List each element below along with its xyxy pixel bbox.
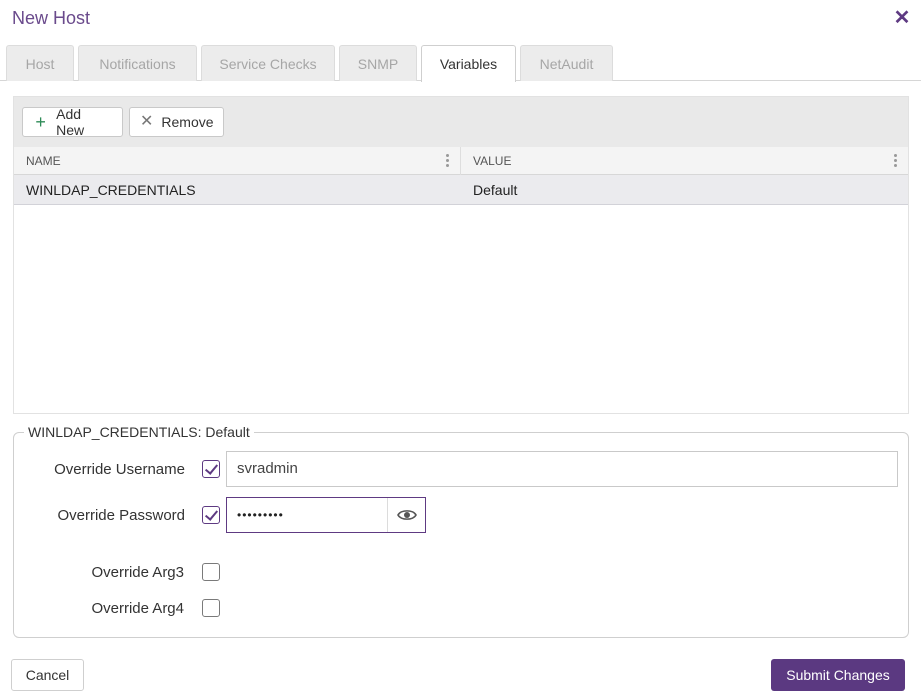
grid-header: NAME VALUE <box>14 147 908 175</box>
variables-grid: + Add New ✕ Remove NAME VALUE WINLDAP_CR… <box>13 96 909 414</box>
grid-toolbar: + Add New ✕ Remove <box>14 97 908 147</box>
column-menu-icon[interactable] <box>446 154 450 168</box>
add-new-button[interactable]: + Add New <box>22 106 123 138</box>
plus-icon: + <box>35 112 46 132</box>
tab-netaudit[interactable]: NetAudit <box>520 45 613 81</box>
override-arg4-checkbox[interactable] <box>202 599 220 617</box>
override-password-checkbox[interactable] <box>202 506 220 524</box>
cell-name: WINLDAP_CREDENTIALS <box>26 182 196 198</box>
tab-host[interactable]: Host <box>6 45 74 81</box>
variable-detail-legend: WINLDAP_CREDENTIALS: Default <box>28 424 250 440</box>
cancel-button[interactable]: Cancel <box>11 659 84 691</box>
override-arg3-label: Override Arg3 <box>91 564 184 581</box>
password-input[interactable]: ••••••••• <box>227 498 387 532</box>
password-field[interactable]: ••••••••• <box>226 497 426 533</box>
remove-button[interactable]: ✕ Remove <box>129 107 224 137</box>
tab-variables[interactable]: Variables <box>421 45 516 82</box>
eye-icon[interactable] <box>387 498 425 532</box>
close-icon[interactable]: ✕ <box>893 8 911 28</box>
override-arg3-checkbox[interactable] <box>202 563 220 581</box>
override-arg4-label: Override Arg4 <box>91 600 184 617</box>
x-icon: ✕ <box>140 113 154 130</box>
tab-notifications[interactable]: Notifications <box>78 45 197 81</box>
dialog-title: New Host <box>12 8 91 28</box>
tab-snmp[interactable]: SNMP <box>339 45 417 81</box>
table-row[interactable]: WINLDAP_CREDENTIALS Default <box>14 175 908 205</box>
remove-label: Remove <box>161 114 214 130</box>
column-header-value[interactable]: VALUE <box>461 147 908 175</box>
override-username-checkbox[interactable] <box>202 460 220 478</box>
add-new-label: Add New <box>56 106 85 138</box>
username-input[interactable]: svradmin <box>226 451 898 487</box>
column-header-value-label: VALUE <box>473 154 512 168</box>
column-header-name-label: NAME <box>26 154 61 168</box>
submit-changes-button[interactable]: Submit Changes <box>771 659 905 691</box>
override-username-label: Override Username <box>54 461 185 478</box>
cell-value: Default <box>473 182 518 198</box>
tab-service-checks[interactable]: Service Checks <box>201 45 335 81</box>
tab-bar: Host Notifications Service Checks SNMP V… <box>0 45 921 82</box>
override-password-label: Override Password <box>57 507 185 524</box>
column-header-name[interactable]: NAME <box>14 147 461 175</box>
column-menu-icon[interactable] <box>894 154 898 168</box>
